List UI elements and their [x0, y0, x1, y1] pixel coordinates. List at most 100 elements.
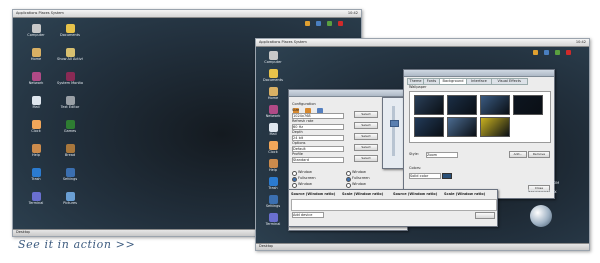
right-start-menu[interactable]: Applications Places System — [259, 40, 307, 45]
appearance-tab[interactable]: Background — [439, 78, 467, 85]
desktop-icon[interactable]: Help — [260, 159, 286, 173]
volume-icon[interactable] — [315, 21, 321, 26]
desktop-icon-image — [65, 72, 75, 81]
config-row-button[interactable]: Select — [354, 133, 378, 140]
desktop-icon-label: Trash — [268, 186, 278, 190]
desktop-icon-image — [65, 24, 75, 33]
color-swatch[interactable] — [442, 173, 452, 179]
desktop-icon[interactable]: Trash — [23, 168, 49, 182]
wallpaper-thumbnail[interactable] — [480, 117, 510, 137]
radio-button[interactable] — [292, 183, 297, 188]
desktop-icon-label: Games — [63, 129, 77, 133]
desktop-icon-label: Computer — [264, 60, 282, 64]
appearance-titlebar[interactable]: Appearance Preferences — [404, 70, 554, 86]
column-header[interactable]: Scale (Window ratio) — [342, 192, 392, 197]
see-it-in-action-link[interactable]: See it in action >> — [18, 238, 135, 251]
desktop-icon[interactable]: Network — [260, 105, 286, 119]
column-header[interactable]: Source (Window ratio) — [393, 192, 443, 197]
wallpaper-thumbnail[interactable] — [414, 95, 444, 115]
wallpaper-thumbnail[interactable] — [447, 95, 477, 115]
radio-option[interactable]: Window — [292, 182, 342, 188]
radio-option[interactable]: Fullscreen — [346, 176, 396, 182]
remove-wallpaper-button[interactable]: Remove — [528, 151, 550, 158]
desktop-icon-label: Mail — [32, 105, 40, 109]
volume-icon[interactable] — [543, 50, 549, 55]
desktop-icon-image — [268, 123, 278, 132]
add-wallpaper-button[interactable]: Add... — [509, 151, 527, 158]
desktop-icon[interactable]: Show All Activity — [57, 48, 83, 62]
desktop-icon-image — [268, 159, 278, 168]
desktop-icon[interactable]: System Monitor — [57, 72, 83, 86]
add-device-field[interactable]: Add device — [292, 212, 324, 218]
column-header[interactable]: Scale (Window ratio) — [444, 192, 494, 197]
desktop-icon-label: Documents — [60, 33, 80, 37]
config-row-button[interactable]: Select — [354, 111, 378, 118]
left-clock[interactable]: 10:42 — [348, 11, 358, 16]
desktop-icon[interactable]: Documents — [260, 69, 286, 83]
config-row-value[interactable]: Standard — [292, 157, 344, 163]
desktop-icon[interactable]: Settings — [57, 168, 83, 182]
desktop-icon[interactable]: Games — [57, 120, 83, 134]
right-clock[interactable]: 10:42 — [576, 40, 586, 45]
desktop-icon[interactable]: Terminal — [260, 213, 286, 227]
style-select[interactable]: Zoom — [426, 152, 458, 158]
power-icon[interactable] — [338, 21, 343, 26]
right-taskbar-start[interactable]: Desktop — [259, 244, 273, 249]
desktop-icon[interactable]: Bread — [57, 144, 83, 158]
desktop-icon[interactable]: Settings — [260, 195, 286, 209]
radio-option[interactable]: Fullscreen — [292, 176, 342, 182]
desktop-icon-image — [65, 168, 75, 177]
desktop-icon[interactable]: Clock — [260, 141, 286, 155]
radio-button[interactable] — [346, 183, 351, 188]
desktop-icon[interactable]: Documents — [57, 24, 83, 38]
desktop-icon[interactable]: Mail — [260, 123, 286, 137]
configuration-titlebar[interactable]: Configuration — [289, 90, 407, 106]
desktop-icon-image — [65, 120, 75, 129]
appearance-tab[interactable]: Theme — [407, 78, 424, 85]
desktop-icon-label: Home — [30, 57, 42, 61]
wallpaper-thumbnail[interactable] — [447, 117, 477, 137]
desktop-icon[interactable]: Network — [23, 72, 49, 86]
device-ok-button[interactable] — [475, 212, 495, 219]
desktop-icon[interactable]: Mail — [23, 96, 49, 110]
wallpaper-thumbnail[interactable] — [480, 95, 510, 115]
battery-icon[interactable] — [554, 50, 560, 55]
network-icon[interactable] — [304, 21, 310, 26]
left-taskbar-start[interactable]: Desktop — [16, 230, 30, 235]
desktop-icon-image — [31, 72, 41, 81]
desktop-icon[interactable]: Home — [260, 87, 286, 101]
config-row-button[interactable]: Select — [354, 155, 378, 162]
appearance-tab[interactable]: Visual Effects — [490, 78, 528, 85]
radio-option[interactable]: Window — [346, 170, 396, 176]
battery-icon[interactable] — [326, 21, 332, 26]
appearance-tab[interactable]: Fonts — [423, 78, 440, 85]
desktop-icon[interactable]: Computer — [260, 51, 286, 65]
desktop-icon-image — [268, 105, 278, 114]
radio-option[interactable]: Window — [346, 182, 396, 188]
left-start-menu[interactable]: Applications Places System — [16, 11, 64, 16]
desktop-icon[interactable]: Terminal — [23, 192, 49, 206]
desktop-icon-label: Settings — [265, 204, 281, 208]
network-icon[interactable] — [532, 50, 538, 55]
config-row-button[interactable]: Select — [354, 144, 378, 151]
wallpaper-thumbnail[interactable] — [513, 95, 543, 115]
appearance-tab[interactable]: Interface — [466, 78, 492, 85]
wallpaper-thumbnail-grid — [409, 91, 551, 143]
desktop-icon[interactable]: Pictures — [57, 192, 83, 206]
desktop-icon-label: Clock — [268, 150, 278, 154]
desktop-icon[interactable]: Home — [23, 48, 49, 62]
desktop-icon[interactable]: Clock — [23, 120, 49, 134]
config-row-button[interactable]: Select — [354, 122, 378, 129]
wallpaper-thumbnail[interactable] — [414, 117, 444, 137]
desktop-icon-image — [268, 51, 278, 60]
desktop-icon[interactable]: Help — [23, 144, 49, 158]
monitor-slider-handle[interactable] — [390, 120, 399, 127]
desktop-icon[interactable]: Trash — [260, 177, 286, 191]
desktop-icon[interactable]: Computer — [23, 24, 49, 38]
colors-select[interactable]: Solid color — [409, 173, 441, 179]
power-icon[interactable] — [566, 50, 571, 55]
desktop-icon-image — [31, 48, 41, 57]
desktop-icon[interactable]: Text Editor — [57, 96, 83, 110]
column-header[interactable]: Source (Window ratio) — [291, 192, 341, 197]
radio-option[interactable]: Window — [292, 170, 342, 176]
